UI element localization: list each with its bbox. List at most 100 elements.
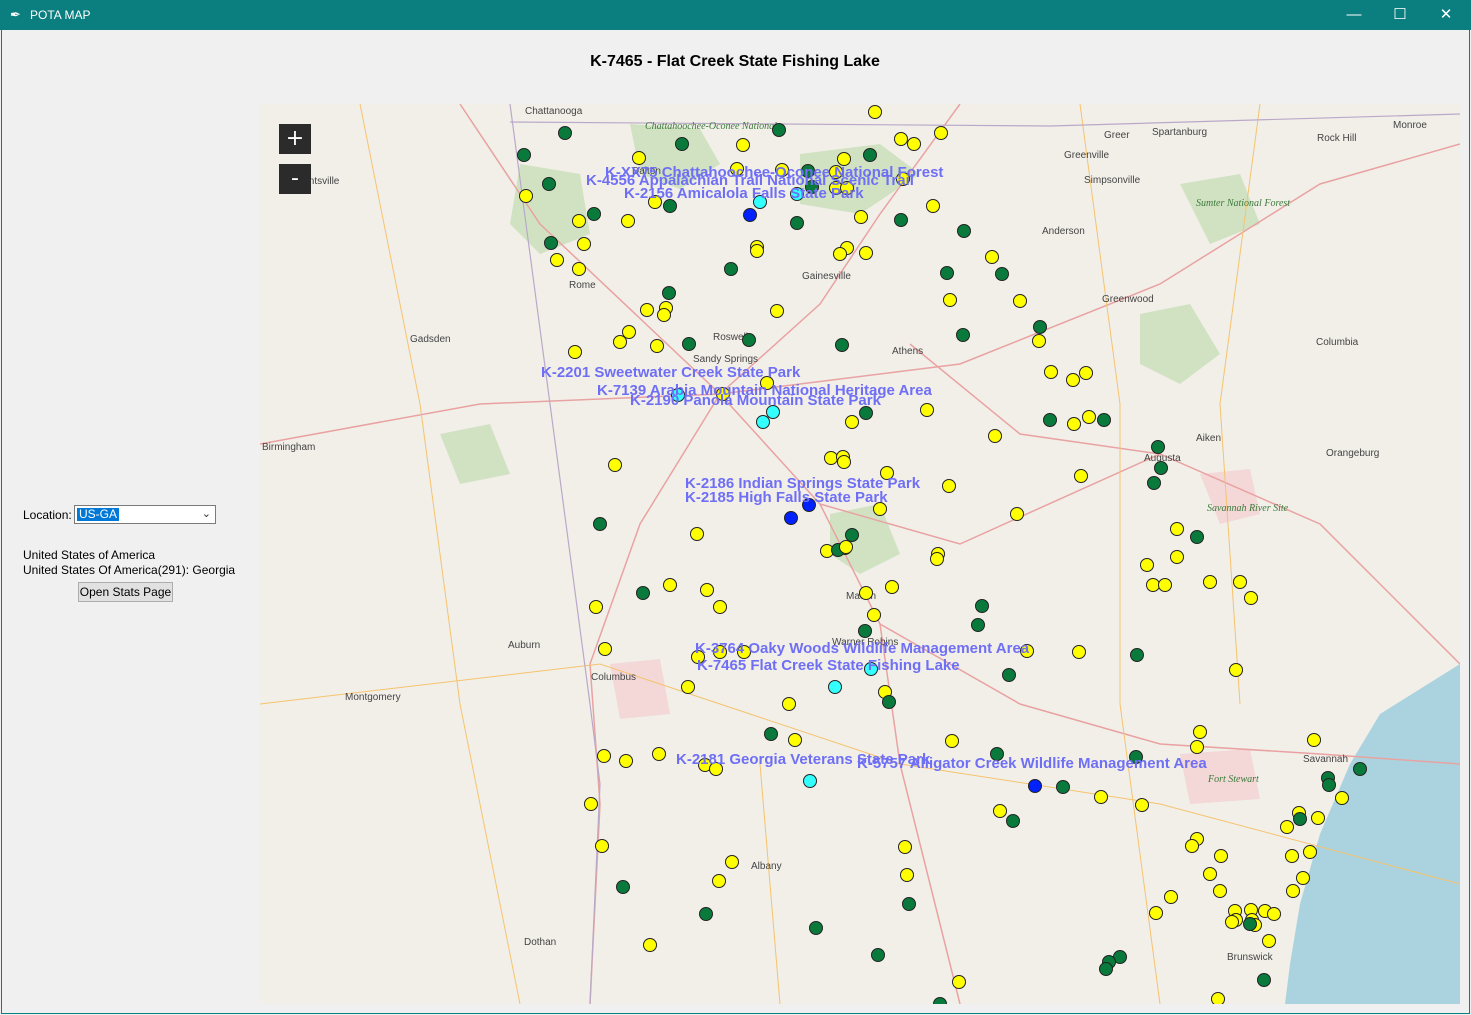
- park-marker[interactable]: [1010, 507, 1024, 521]
- park-marker[interactable]: [1353, 762, 1367, 776]
- maximize-button[interactable]: ☐: [1377, 0, 1423, 30]
- park-marker[interactable]: [640, 303, 654, 317]
- park-marker[interactable]: [1094, 790, 1108, 804]
- park-marker[interactable]: [1203, 867, 1217, 881]
- park-marker[interactable]: [616, 880, 630, 894]
- park-marker[interactable]: [784, 511, 798, 525]
- park-marker[interactable]: [643, 938, 657, 952]
- park-marker[interactable]: [1043, 413, 1057, 427]
- park-marker[interactable]: [790, 216, 804, 230]
- park-marker[interactable]: [952, 975, 966, 989]
- park-marker[interactable]: [933, 997, 947, 1005]
- park-marker[interactable]: [1158, 578, 1172, 592]
- park-marker[interactable]: [942, 479, 956, 493]
- park-marker[interactable]: [622, 325, 636, 339]
- park-marker[interactable]: [1056, 780, 1070, 794]
- park-marker[interactable]: [1146, 578, 1160, 592]
- park-marker[interactable]: [1233, 575, 1247, 589]
- park-marker[interactable]: [772, 123, 786, 137]
- park-marker[interactable]: [544, 236, 558, 250]
- park-marker[interactable]: [943, 293, 957, 307]
- park-marker[interactable]: [1229, 663, 1243, 677]
- park-marker[interactable]: [934, 126, 948, 140]
- park-marker[interactable]: [1044, 365, 1058, 379]
- park-marker[interactable]: [1097, 413, 1111, 427]
- park-marker[interactable]: [724, 262, 738, 276]
- park-marker[interactable]: [690, 527, 704, 541]
- park-marker[interactable]: [1033, 320, 1047, 334]
- park-marker[interactable]: [1013, 294, 1027, 308]
- park-marker[interactable]: [1307, 733, 1321, 747]
- park-marker[interactable]: [598, 642, 612, 656]
- park-marker[interactable]: [845, 415, 859, 429]
- park-marker[interactable]: [572, 262, 586, 276]
- park-marker[interactable]: [1028, 779, 1042, 793]
- park-marker[interactable]: [1006, 814, 1020, 828]
- park-marker[interactable]: [940, 266, 954, 280]
- park-marker[interactable]: [824, 451, 838, 465]
- park-marker[interactable]: [867, 608, 881, 622]
- park-marker[interactable]: [1170, 522, 1184, 536]
- park-marker[interactable]: [1211, 992, 1225, 1005]
- park-marker[interactable]: [1193, 725, 1207, 739]
- park-marker[interactable]: [742, 333, 756, 347]
- park-marker[interactable]: [1185, 839, 1199, 853]
- park-marker[interactable]: [1130, 648, 1144, 662]
- park-marker[interactable]: [871, 948, 885, 962]
- park-marker[interactable]: [902, 897, 916, 911]
- park-marker[interactable]: [1280, 820, 1294, 834]
- park-marker[interactable]: [1147, 476, 1161, 490]
- park-marker[interactable]: [988, 429, 1002, 443]
- park-marker[interactable]: [584, 797, 598, 811]
- close-button[interactable]: ✕: [1423, 0, 1469, 30]
- park-marker[interactable]: [1190, 530, 1204, 544]
- zoom-in-button[interactable]: +: [279, 124, 311, 154]
- park-marker[interactable]: [957, 224, 971, 238]
- park-marker[interactable]: [926, 199, 940, 213]
- park-marker[interactable]: [1002, 668, 1016, 682]
- park-marker[interactable]: [859, 586, 873, 600]
- park-marker[interactable]: [613, 335, 627, 349]
- park-marker[interactable]: [1067, 417, 1081, 431]
- park-marker[interactable]: [1285, 849, 1299, 863]
- park-marker[interactable]: [1257, 973, 1271, 987]
- park-marker[interactable]: [894, 132, 908, 146]
- minimize-button[interactable]: —: [1331, 0, 1377, 30]
- park-marker[interactable]: [1140, 558, 1154, 572]
- park-marker[interactable]: [764, 727, 778, 741]
- park-marker[interactable]: [725, 855, 739, 869]
- park-marker[interactable]: [743, 208, 757, 222]
- park-marker[interactable]: [1074, 469, 1088, 483]
- park-marker[interactable]: [589, 600, 603, 614]
- park-marker[interactable]: [1154, 461, 1168, 475]
- park-marker[interactable]: [907, 137, 921, 151]
- park-marker[interactable]: [1170, 550, 1184, 564]
- park-marker[interactable]: [828, 680, 842, 694]
- park-marker[interactable]: [1066, 373, 1080, 387]
- park-marker[interactable]: [597, 749, 611, 763]
- park-marker[interactable]: [882, 695, 896, 709]
- park-marker[interactable]: [1072, 645, 1086, 659]
- park-marker[interactable]: [845, 528, 859, 542]
- park-marker[interactable]: [920, 403, 934, 417]
- park-marker[interactable]: [782, 697, 796, 711]
- park-marker[interactable]: [839, 540, 853, 554]
- park-marker[interactable]: [854, 210, 868, 224]
- park-marker[interactable]: [1244, 591, 1258, 605]
- park-marker[interactable]: [859, 246, 873, 260]
- park-marker[interactable]: [1335, 791, 1349, 805]
- park-marker[interactable]: [650, 339, 664, 353]
- location-dropdown[interactable]: US-GA ⌄: [74, 505, 216, 524]
- park-marker[interactable]: [863, 148, 877, 162]
- park-marker[interactable]: [833, 247, 847, 261]
- park-marker[interactable]: [619, 754, 633, 768]
- park-marker[interactable]: [803, 774, 817, 788]
- park-marker[interactable]: [1149, 906, 1163, 920]
- park-marker[interactable]: [1322, 778, 1336, 792]
- park-marker[interactable]: [930, 552, 944, 566]
- park-marker[interactable]: [657, 308, 671, 322]
- park-marker[interactable]: [568, 345, 582, 359]
- park-marker[interactable]: [900, 868, 914, 882]
- park-marker[interactable]: [995, 267, 1009, 281]
- park-markers[interactable]: [517, 105, 1367, 1005]
